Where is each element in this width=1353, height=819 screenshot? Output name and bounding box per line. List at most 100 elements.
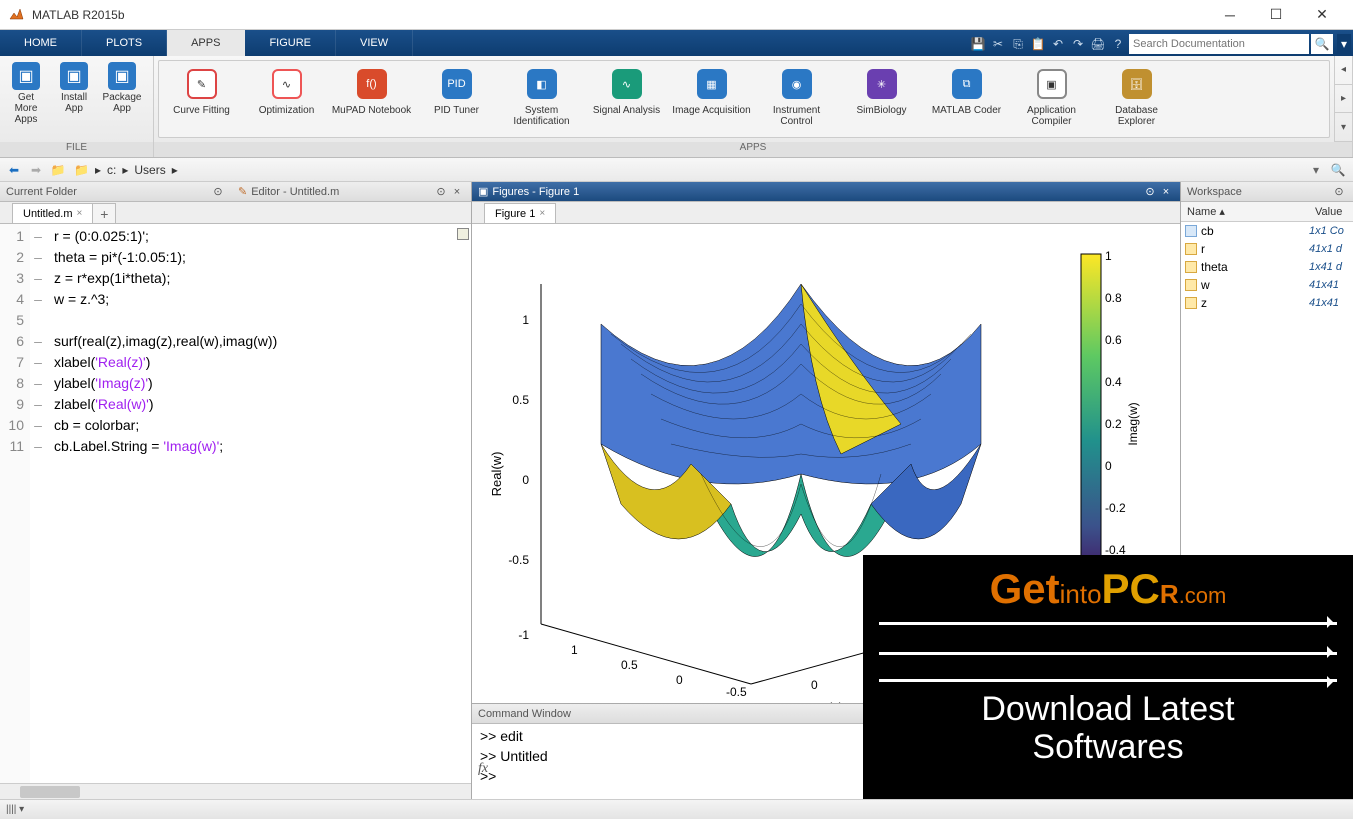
matlab-logo-icon bbox=[8, 7, 24, 23]
ribbon-group-apps-label: APPS bbox=[154, 142, 1352, 157]
figure-tab[interactable]: Figure 1 × bbox=[484, 203, 556, 223]
figures-header[interactable]: ▣ Figures - Figure 1 ⊙ × bbox=[472, 182, 1180, 202]
workspace-var-theta[interactable]: theta1x41 d bbox=[1181, 258, 1353, 276]
tab-close-icon[interactable]: × bbox=[77, 204, 83, 224]
svg-text:-0.5: -0.5 bbox=[508, 553, 529, 567]
svg-text:0.5: 0.5 bbox=[621, 658, 638, 672]
print-icon[interactable]: 🖨 bbox=[1089, 35, 1107, 53]
paste-icon[interactable]: 📋 bbox=[1029, 35, 1047, 53]
app-matlab-coder[interactable]: ⧉MATLAB Coder bbox=[924, 61, 1009, 137]
tab-figure[interactable]: FIGURE bbox=[245, 30, 336, 56]
current-folder-header[interactable]: Current Folder ⊙ bbox=[0, 182, 232, 202]
apps-expand[interactable]: ▾ bbox=[1335, 113, 1352, 142]
figure-tab-close-icon[interactable]: × bbox=[539, 204, 545, 224]
titlebar: MATLAB R2015b ─ ☐ ✕ bbox=[0, 0, 1353, 30]
apps-scroll-right[interactable]: ▸ bbox=[1335, 85, 1352, 114]
save-icon[interactable]: 💾 bbox=[969, 35, 987, 53]
path-dropdown-button[interactable]: ▾ bbox=[1307, 163, 1325, 177]
app-application-compiler[interactable]: ▣Application Compiler bbox=[1009, 61, 1094, 137]
code-body[interactable]: r = (0:0.025:1)';theta = pi*(-1:0.05:1);… bbox=[46, 224, 471, 783]
workspace-var-r[interactable]: r41x1 d bbox=[1181, 240, 1353, 258]
workspace-var-w[interactable]: w41x41 bbox=[1181, 276, 1353, 294]
figures-menu-button[interactable]: ⊙ bbox=[1142, 185, 1158, 198]
editor-hscrollbar[interactable] bbox=[0, 783, 471, 799]
path-toolbar: ⬅ ➡ 📁 📁 ▸ c: ▸ Users ▸ ▾ 🔍 bbox=[0, 158, 1353, 182]
app-pid-tuner[interactable]: PIDPID Tuner bbox=[414, 61, 499, 137]
svg-text:0.6: 0.6 bbox=[1105, 333, 1122, 347]
main-tabbar: HOME PLOTS APPS FIGURE VIEW 💾 ✂ ⎘ 📋 ↶ ↷ … bbox=[0, 30, 1353, 56]
workspace-col-name[interactable]: Name ▴ bbox=[1181, 205, 1309, 218]
ribbon-toggle-button[interactable]: ▾ bbox=[1337, 34, 1351, 54]
redo-icon[interactable]: ↷ bbox=[1069, 35, 1087, 53]
forward-button[interactable]: ➡ bbox=[26, 161, 46, 179]
line-numbers: 1234567891011 bbox=[0, 224, 30, 783]
editor-close-button[interactable]: × bbox=[449, 186, 465, 198]
folder-menu-button[interactable]: ⊙ bbox=[210, 185, 226, 198]
up-folder-button[interactable]: 📁 bbox=[48, 161, 68, 179]
app-instrument-control[interactable]: ◉Instrument Control bbox=[754, 61, 839, 137]
app-database-explorer[interactable]: 🗄Database Explorer bbox=[1094, 61, 1179, 137]
app-mupad-notebook[interactable]: f()MuPAD Notebook bbox=[329, 61, 414, 137]
svg-text:-1: -1 bbox=[518, 628, 529, 642]
workspace-var-cb[interactable]: cb1x1 Co bbox=[1181, 222, 1353, 240]
folder-icon: 📁 bbox=[74, 163, 89, 177]
tab-view[interactable]: VIEW bbox=[336, 30, 413, 56]
svg-text:1: 1 bbox=[571, 643, 578, 657]
zlabel: Real(w) bbox=[489, 451, 504, 496]
back-button[interactable]: ⬅ bbox=[4, 161, 24, 179]
minimize-button[interactable]: ─ bbox=[1207, 0, 1253, 30]
figures-close-button[interactable]: × bbox=[1158, 186, 1174, 198]
app-optimization[interactable]: ∿Optimization bbox=[244, 61, 329, 137]
editor-file-tab[interactable]: Untitled.m × bbox=[12, 203, 93, 223]
editor-marker[interactable] bbox=[457, 228, 469, 240]
ribbon-group-file-label: FILE bbox=[0, 142, 153, 157]
svg-text:1: 1 bbox=[1105, 249, 1112, 263]
svg-text:0.5: 0.5 bbox=[512, 393, 529, 407]
maximize-button[interactable]: ☐ bbox=[1253, 0, 1299, 30]
workspace-header[interactable]: Workspace ⊙ bbox=[1181, 182, 1353, 202]
search-button[interactable]: 🔍 bbox=[1311, 34, 1333, 54]
path-search-button[interactable]: 🔍 bbox=[1327, 161, 1349, 179]
code-editor[interactable]: 1234567891011 –––––––––– r = (0:0.025:1)… bbox=[0, 224, 471, 783]
workspace-var-z[interactable]: z41x41 bbox=[1181, 294, 1353, 312]
app-signal-analysis[interactable]: ∿Signal Analysis bbox=[584, 61, 669, 137]
status-indicator: |||| ▾ bbox=[6, 804, 24, 815]
figure-tabs: Figure 1 × bbox=[472, 202, 1180, 224]
app-curve-fitting[interactable]: ✎Curve Fitting bbox=[159, 61, 244, 137]
svg-text:0: 0 bbox=[676, 673, 683, 687]
watermark-overlay: GetintoPCR.com Download Latest Softwares bbox=[863, 555, 1353, 799]
get-more-apps-button[interactable]: ▣Get More Apps bbox=[2, 60, 50, 138]
new-tab-button[interactable]: + bbox=[92, 203, 116, 223]
tab-apps[interactable]: APPS bbox=[167, 30, 245, 56]
quick-access-toolbar: 💾 ✂ ⎘ 📋 ↶ ↷ 🖨 ? 🔍 ▾ bbox=[967, 32, 1353, 56]
svg-text:1: 1 bbox=[522, 313, 529, 327]
tab-home[interactable]: HOME bbox=[0, 30, 82, 56]
undo-icon[interactable]: ↶ bbox=[1049, 35, 1067, 53]
app-image-acquisition[interactable]: ▦Image Acquisition bbox=[669, 61, 754, 137]
workspace-col-value[interactable]: Value bbox=[1309, 206, 1353, 218]
svg-text:0: 0 bbox=[1105, 459, 1112, 473]
app-simbiology[interactable]: ✳SimBiology bbox=[839, 61, 924, 137]
editor-tabs: Untitled.m × + bbox=[0, 202, 471, 224]
fx-icon[interactable]: fx bbox=[478, 761, 488, 777]
editor-header[interactable]: ✎ Editor - Untitled.m ⊙ × bbox=[232, 182, 471, 202]
svg-text:0.8: 0.8 bbox=[1105, 291, 1122, 305]
svg-text:0.4: 0.4 bbox=[1105, 375, 1122, 389]
install-app-button[interactable]: ▣Install App bbox=[50, 60, 98, 138]
editor-menu-button[interactable]: ⊙ bbox=[433, 185, 449, 198]
svg-text:-0.2: -0.2 bbox=[1105, 501, 1126, 515]
xlabel: Imag(z) bbox=[799, 700, 843, 704]
window-title: MATLAB R2015b bbox=[32, 8, 1207, 22]
tab-plots[interactable]: PLOTS bbox=[82, 30, 167, 56]
help-icon[interactable]: ? bbox=[1109, 35, 1127, 53]
cut-icon[interactable]: ✂ bbox=[989, 35, 1007, 53]
apps-scroll-left[interactable]: ◂ bbox=[1335, 56, 1352, 85]
copy-icon[interactable]: ⎘ bbox=[1009, 35, 1027, 53]
close-button[interactable]: ✕ bbox=[1299, 0, 1345, 30]
search-documentation-input[interactable] bbox=[1129, 34, 1309, 54]
apps-scroll-nav: ◂ ▸ ▾ bbox=[1334, 56, 1352, 142]
package-app-button[interactable]: ▣Package App bbox=[98, 60, 146, 138]
app-system-identification[interactable]: ◧System Identification bbox=[499, 61, 584, 137]
workspace-menu-button[interactable]: ⊙ bbox=[1331, 185, 1347, 198]
address-bar[interactable]: 📁 ▸ c: ▸ Users ▸ bbox=[70, 163, 1305, 177]
